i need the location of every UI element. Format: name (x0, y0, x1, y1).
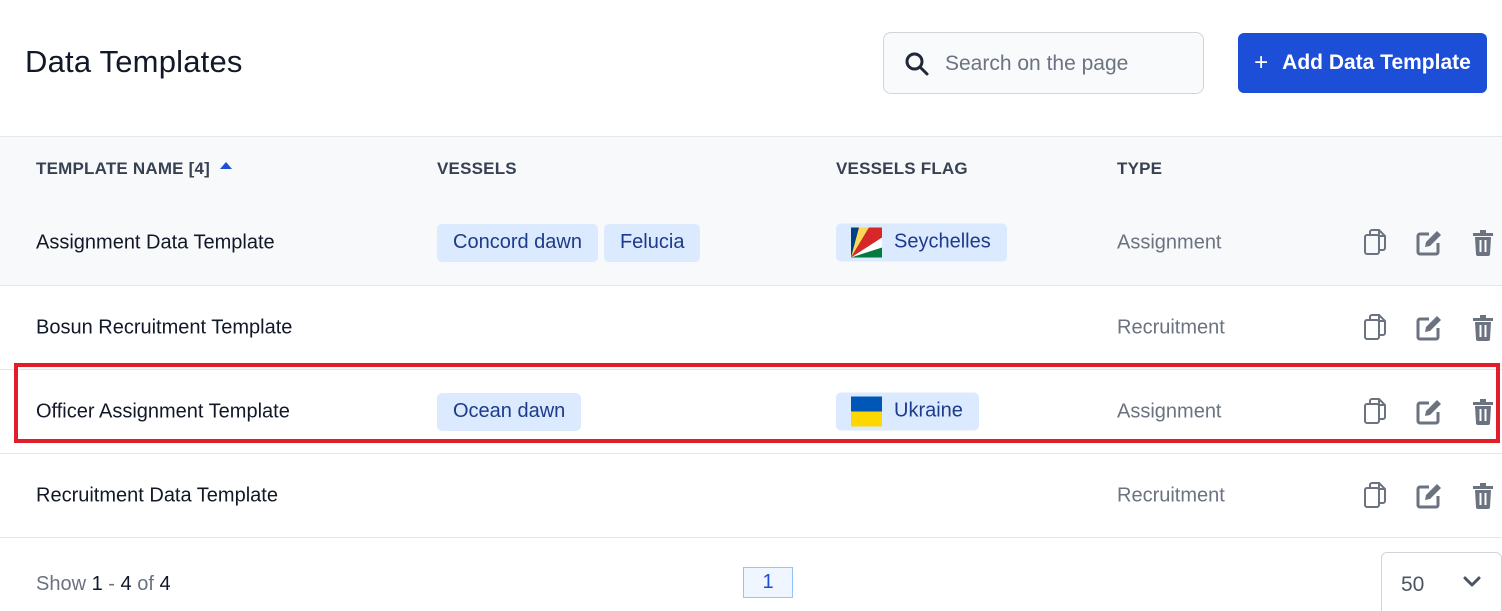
column-header-type: TYPE (1117, 159, 1163, 178)
range-end: 4 (120, 573, 132, 595)
total-count: 4 (159, 573, 171, 595)
table-row[interactable]: Assignment Data Template Concord dawn Fe… (0, 200, 1502, 286)
template-type: Recruitment (1117, 316, 1225, 338)
copy-icon[interactable] (1362, 482, 1388, 510)
template-type: Assignment (1117, 231, 1222, 253)
copy-icon[interactable] (1362, 229, 1388, 257)
vessels-cell: Concord dawn Felucia (437, 223, 701, 262)
edit-icon[interactable] (1416, 482, 1442, 510)
table-row[interactable]: Recruitment Data Template Recruitment (0, 454, 1502, 538)
chevron-down-icon (1463, 576, 1481, 587)
copy-icon[interactable] (1362, 314, 1388, 342)
results-summary: Show 1 - 4 of 4 (36, 573, 171, 596)
template-name[interactable]: Bosun Recruitment Template (36, 316, 292, 339)
seychelles-flag-icon (851, 227, 882, 257)
search-input[interactable] (945, 49, 1195, 79)
page-header: Data Templates + Add Data Template (0, 0, 1502, 136)
table-row[interactable]: Officer Assignment Template Ocean dawn U… (0, 370, 1502, 454)
column-header-vessels: VESSELS (437, 159, 517, 178)
flag-chip: Ukraine (836, 392, 979, 430)
vessel-chip: Ocean dawn (437, 392, 582, 431)
flag-label: Ukraine (894, 399, 963, 422)
page-button-current[interactable]: 1 (743, 567, 793, 598)
edit-icon[interactable] (1416, 229, 1442, 257)
page-title: Data Templates (25, 44, 243, 79)
vessel-chip: Concord dawn (437, 223, 598, 262)
column-header-template-name[interactable]: TEMPLATE NAME [4] (36, 159, 233, 179)
page-size-select[interactable]: 50 (1381, 552, 1502, 611)
search-box[interactable] (883, 32, 1204, 94)
edit-icon[interactable] (1416, 398, 1442, 426)
plus-icon: + (1254, 49, 1269, 76)
vessel-chip: Felucia (603, 223, 701, 262)
of-label: of (137, 573, 154, 595)
flag-label: Seychelles (894, 230, 991, 253)
vessels-flag-cell: Seychelles (836, 223, 1007, 262)
show-label: Show (36, 573, 87, 595)
column-header-template-name-label: TEMPLATE NAME [4] (36, 159, 211, 178)
page-size-value: 50 (1401, 573, 1425, 596)
template-name[interactable]: Officer Assignment Template (36, 400, 290, 423)
table-header-row: TEMPLATE NAME [4] VESSELS VESSELS FLAG T… (0, 136, 1502, 200)
ukraine-flag-icon (851, 396, 882, 426)
vessels-flag-cell: Ukraine (836, 392, 979, 431)
row-actions (1362, 482, 1496, 510)
range-separator: - (108, 573, 115, 595)
flag-chip: Seychelles (836, 223, 1007, 261)
template-name[interactable]: Assignment Data Template (36, 231, 275, 254)
row-actions (1362, 314, 1496, 342)
column-header-vessels-flag: VESSELS FLAG (836, 159, 968, 178)
vessels-cell: Ocean dawn (437, 392, 582, 431)
table-row[interactable]: Bosun Recruitment Template Recruitment (0, 286, 1502, 370)
trash-icon[interactable] (1470, 482, 1496, 510)
copy-icon[interactable] (1362, 398, 1388, 426)
template-type: Assignment (1117, 400, 1222, 422)
trash-icon[interactable] (1470, 398, 1496, 426)
template-name[interactable]: Recruitment Data Template (36, 484, 278, 507)
row-actions (1362, 398, 1496, 426)
edit-icon[interactable] (1416, 314, 1442, 342)
search-icon (905, 52, 929, 76)
add-data-template-label: Add Data Template (1282, 51, 1471, 74)
row-actions (1362, 229, 1496, 257)
sort-ascending-icon[interactable] (220, 161, 233, 169)
trash-icon[interactable] (1470, 314, 1496, 342)
pagination-footer: Show 1 - 4 of 4 1 50 (0, 532, 1502, 611)
trash-icon[interactable] (1470, 229, 1496, 257)
range-start: 1 (91, 573, 103, 595)
add-data-template-button[interactable]: + Add Data Template (1238, 33, 1487, 93)
template-type: Recruitment (1117, 484, 1225, 506)
templates-table: TEMPLATE NAME [4] VESSELS VESSELS FLAG T… (0, 136, 1502, 538)
